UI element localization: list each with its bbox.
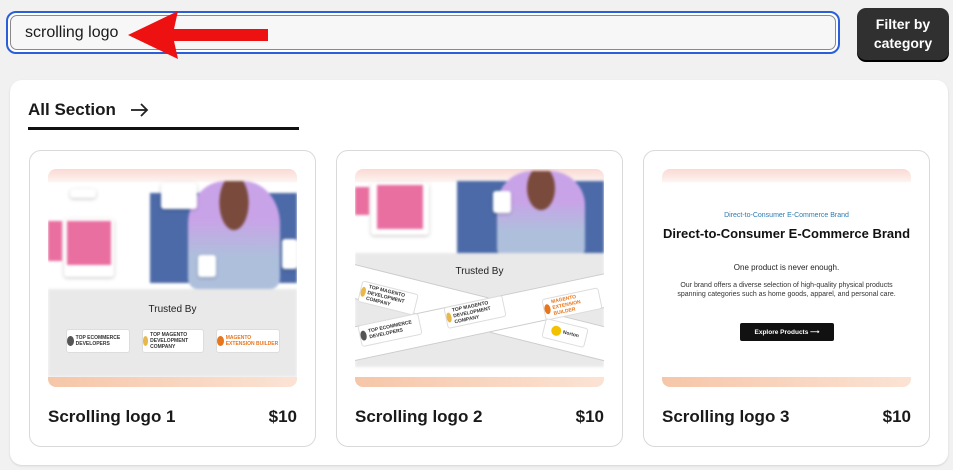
logo-badge: MAGENTO EXTENSION BUILDER	[216, 329, 280, 353]
product-card-scrolling-logo-3[interactable]: Direct-to-Consumer E-Commerce Brand Dire…	[643, 150, 930, 447]
results-panel: All Section Trusted By TOP ECOMMERCE DEV…	[10, 80, 948, 465]
card-title: Scrolling logo 1	[48, 407, 176, 426]
card-title: Scrolling logo 2	[355, 407, 483, 426]
trusted-by-heading: Trusted By	[148, 304, 197, 315]
card-price: $10	[882, 407, 911, 426]
product-card-scrolling-logo-2[interactable]: Trusted By TOP MAGENTO DEVELOPMENT COMPA…	[336, 150, 623, 447]
preview-subtitle: One product is never enough.	[733, 263, 840, 272]
logo-badge: TOP MAGENTO DEVELOPMENT COMPANY	[142, 329, 204, 353]
preview-body: Our brand offers a diverse selection of …	[677, 282, 896, 298]
card-preview-image: Direct-to-Consumer E-Commerce Brand Dire…	[662, 169, 911, 387]
preview-explore-button: Explore Products ⟶	[740, 323, 834, 341]
preview-title: Direct-to-Consumer E-Commerce Brand	[662, 226, 911, 241]
section-tab-all[interactable]: All Section	[28, 100, 299, 130]
card-preview-image: Trusted By TOP MAGENTO DEVELOPMENT COMPA…	[355, 169, 604, 387]
logo-badge: TOP ECOMMERCE DEVELOPERS	[66, 329, 130, 353]
card-price: $10	[575, 407, 604, 426]
preview-kicker: Direct-to-Consumer E-Commerce Brand	[724, 212, 849, 219]
filter-by-category-button[interactable]: Filter by category	[857, 8, 949, 60]
card-price: $10	[268, 407, 297, 426]
section-title: All Section	[28, 100, 116, 119]
red-annotation-arrow-icon	[128, 11, 268, 59]
arrow-right-icon	[130, 103, 149, 117]
filter-button-line1: Filter by	[875, 16, 931, 32]
filter-button-line2: category	[873, 35, 933, 51]
card-title: Scrolling logo 3	[662, 407, 790, 426]
card-preview-image: Trusted By TOP ECOMMERCE DEVELOPERS TOP …	[48, 169, 297, 387]
product-card-scrolling-logo-1[interactable]: Trusted By TOP ECOMMERCE DEVELOPERS TOP …	[29, 150, 316, 447]
